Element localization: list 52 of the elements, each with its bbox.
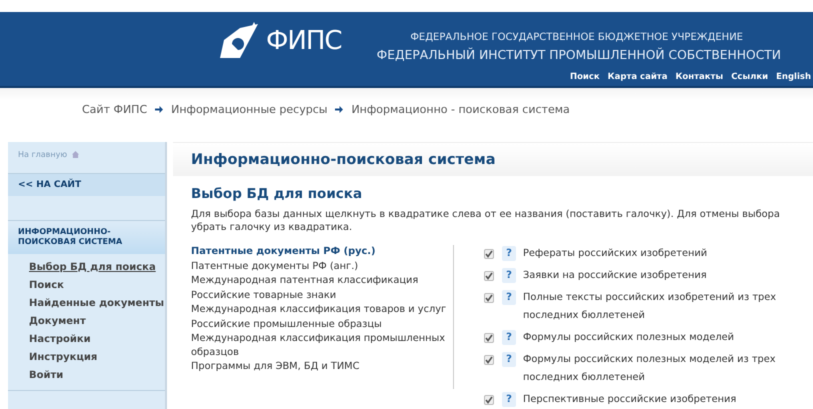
category-link[interactable]: Международная классификация товаров и услуг bbox=[191, 303, 447, 316]
sidebar-item[interactable]: Настройки bbox=[29, 332, 165, 348]
help-button[interactable]: ? bbox=[502, 290, 516, 305]
category-link[interactable]: Международная патентная классификация bbox=[191, 274, 447, 288]
database-label: Рефераты российских изобретений bbox=[523, 247, 708, 261]
logo-text: ФИПС bbox=[266, 26, 342, 56]
category-link[interactable]: Российские промышленные образцы bbox=[191, 318, 447, 331]
checkbox[interactable] bbox=[484, 271, 494, 281]
sidebar-item[interactable]: Выбор БД для поиска bbox=[29, 260, 165, 276]
database-label: Полные тексты российских изобретений из трех последних бюллетеней bbox=[523, 291, 778, 323]
back-link[interactable]: << НА САЙТ bbox=[8, 173, 165, 196]
header-title: ФЕДЕРАЛЬНЫЙ ИНСТИТУТ ПРОМЫШЛЕННОЙ СОБСТВЕННОСТИ bbox=[376, 48, 781, 62]
database-label: Перспективные российские изобретения bbox=[523, 393, 738, 407]
category-link[interactable]: Патентные документы РФ (рус.) bbox=[191, 245, 447, 258]
arrow-icon bbox=[335, 106, 344, 112]
header-link[interactable]: Карта сайта bbox=[608, 72, 668, 82]
database-label: Заявки на российские изобретения bbox=[523, 269, 708, 283]
category-link[interactable]: Патентные документы РФ (анг.) bbox=[191, 260, 447, 273]
category-link[interactable]: Российские товарные знаки bbox=[191, 288, 447, 302]
checkbox[interactable] bbox=[484, 249, 494, 259]
sidebar-item[interactable]: Войти bbox=[29, 368, 165, 384]
header-link[interactable]: Поиск bbox=[570, 72, 600, 82]
arrow-icon bbox=[155, 106, 164, 112]
header-link[interactable]: Ссылки bbox=[731, 72, 768, 82]
header-link[interactable]: Контакты bbox=[675, 72, 724, 82]
database-label: Формулы российских полезных моделей из трех последних бюллетеней bbox=[523, 353, 777, 385]
breadcrumb-link[interactable]: Информационно - поисковая система bbox=[351, 102, 570, 116]
breadcrumb-link[interactable]: Информационные ресурсы bbox=[171, 102, 328, 116]
header-subtitle: ФЕДЕРАЛЬНОЕ ГОСУДАРСТВЕННОЕ БЮДЖЕТНОЕ УЧРЕЖДЕНИЕ bbox=[410, 32, 743, 43]
help-button[interactable]: ? bbox=[502, 268, 516, 283]
header-link[interactable]: English bbox=[776, 72, 811, 82]
sidebar-item[interactable]: Инструкция bbox=[29, 350, 165, 366]
category-link[interactable]: Программы для ЭВМ, БД и ТИМС bbox=[191, 360, 447, 374]
help-button[interactable]: ? bbox=[502, 392, 516, 407]
instructions-text: Для выбора базы данных щелкнуть в квадратике слева от ее названия (поставить галочку). Для отмены выбора убрать галочку из квадратика. bbox=[190, 208, 781, 234]
sidebar-item[interactable]: Найденные документы bbox=[29, 296, 165, 312]
checkbox[interactable] bbox=[484, 333, 494, 343]
sidebar-item[interactable]: Поиск bbox=[29, 278, 165, 294]
sidebar-item[interactable]: Документ bbox=[29, 314, 165, 330]
database-label: Формулы российских полезных моделей bbox=[523, 331, 736, 345]
page-title: Информационно-поисковая система bbox=[173, 142, 813, 176]
checkbox[interactable] bbox=[484, 293, 494, 303]
checkbox[interactable] bbox=[484, 355, 494, 365]
category-link[interactable]: Международная классификация промышленных образцов bbox=[191, 332, 447, 359]
checkbox[interactable] bbox=[484, 395, 494, 405]
section-title: ИНФОРМАЦИОННО-ПОИСКОВАЯ СИСТЕМА bbox=[8, 220, 165, 254]
help-button[interactable]: ? bbox=[502, 246, 516, 261]
help-button[interactable]: ? bbox=[502, 352, 516, 367]
breadcrumb-link[interactable]: Сайт ФИПС bbox=[82, 102, 148, 116]
help-button[interactable]: ? bbox=[502, 330, 516, 345]
house-icon bbox=[72, 151, 80, 158]
section-heading: Выбор БД для поиска bbox=[190, 185, 364, 204]
